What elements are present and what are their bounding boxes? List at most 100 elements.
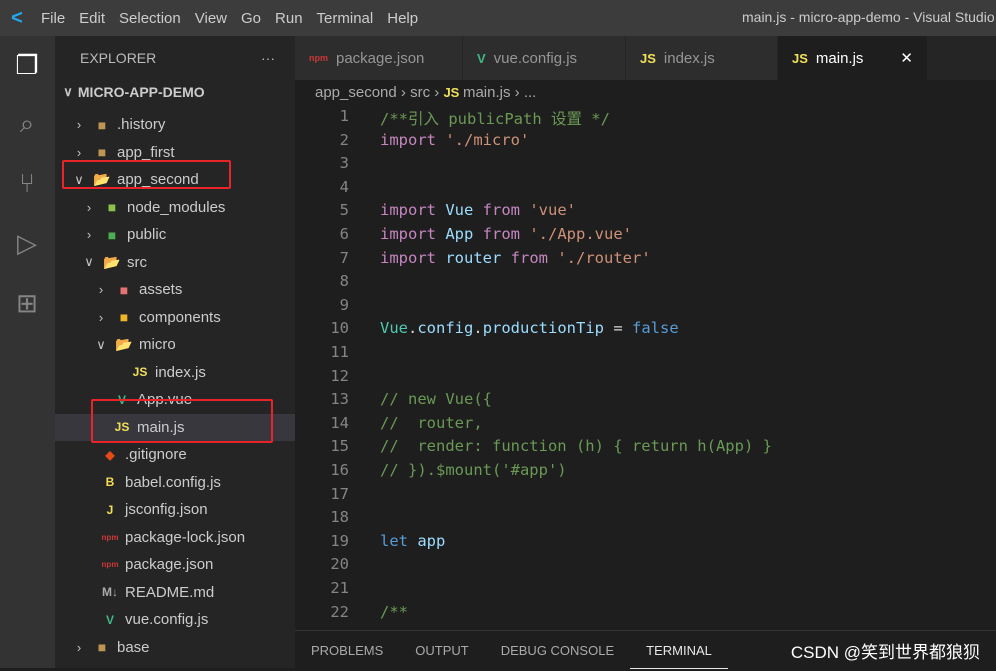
run-debug-icon[interactable]: ▷ <box>10 226 44 260</box>
breadcrumb-item[interactable]: app_second <box>315 84 397 101</box>
tree-item[interactable]: › ■ .history <box>55 111 295 138</box>
code-line: // new Vue({ <box>380 390 492 408</box>
tree-item[interactable]: › ■ public <box>55 221 295 248</box>
tab-label: index.js <box>663 49 715 67</box>
chevron-down-icon: ∨ <box>96 336 106 352</box>
tree-item[interactable]: › ■ node_modules <box>55 194 295 221</box>
code-token: App <box>445 225 483 243</box>
title-bar: < File Edit Selection View Go Run Terminal Help… <box>0 0 996 36</box>
tree-item-label: app_first <box>117 143 175 161</box>
menu-selection[interactable]: Selection <box>112 10 188 27</box>
line-number: 14 <box>330 413 349 432</box>
code-token: /**引入 publicPath 设置 */ <box>380 110 610 128</box>
highlight-box <box>91 399 273 443</box>
menu-terminal[interactable]: Terminal <box>310 10 381 27</box>
code-line: /**引入 publicPath 设置 */ <box>380 107 610 129</box>
menu-edit[interactable]: Edit <box>72 10 112 27</box>
window-title: main.js - micro-app-demo - Visual Studio… <box>742 9 996 25</box>
workspace-root[interactable]: ∨ MICRO-APP-DEMO <box>55 80 295 104</box>
file-icon: V <box>105 612 114 627</box>
file-icon: npm <box>101 560 119 569</box>
panel-tab-terminal[interactable]: TERMINAL <box>630 631 728 669</box>
file-icon: B <box>105 475 115 489</box>
line-number: 11 <box>330 343 349 361</box>
file-icon: npm <box>101 532 119 542</box>
tab-package-json[interactable]: npm package.json <box>295 36 463 80</box>
close-icon[interactable]: ✕ <box>900 49 913 67</box>
extensions-icon[interactable]: ⊞ <box>10 286 44 320</box>
tree-item-label: vue.config.js <box>125 611 209 628</box>
tree-item[interactable]: Jjsconfig.json <box>55 496 295 523</box>
code-token: // router, <box>380 413 483 432</box>
chevron-down-icon: ∨ <box>63 84 73 99</box>
tree-item[interactable]: ◆ .gitignore <box>55 441 295 468</box>
more-actions-button[interactable]: ··· <box>261 50 275 66</box>
line-number: 6 <box>339 225 349 243</box>
folder-icon: ■ <box>119 281 129 298</box>
folder-icon: ■ <box>97 639 107 655</box>
file-icon: JS <box>132 365 148 379</box>
tab-vue-config-js[interactable]: Vvue.config.js <box>463 36 626 80</box>
line-number: 7 <box>339 248 349 267</box>
menu-run[interactable]: Run <box>268 10 310 27</box>
menu-view[interactable]: View <box>188 10 234 27</box>
breadcrumb-item[interactable]: src <box>410 84 430 101</box>
file-icon: ◆ <box>105 447 115 462</box>
tree-item[interactable]: › ■ assets <box>55 276 295 303</box>
search-icon[interactable]: ⌕ <box>10 106 44 140</box>
tree-item[interactable]: npm package-lock.json <box>55 524 295 551</box>
code-line: import './micro' <box>380 131 529 149</box>
chevron-down-icon: ∨ <box>84 254 94 269</box>
panel-tab-debug-console[interactable]: DEBUG CONSOLE <box>485 631 630 669</box>
chevron-right-icon: › <box>396 84 411 101</box>
code-token: // new Vue({ <box>380 390 492 409</box>
tab-main-js[interactable]: JS main.js ✕ <box>778 36 928 80</box>
tree-item[interactable]: ∨ 📂 micro <box>55 331 295 358</box>
tree-item[interactable]: npm package.json <box>55 551 295 578</box>
code-token: // render: function (h) { return h(App) … <box>380 437 772 456</box>
code-line: let app <box>380 532 445 550</box>
code-token: Vue <box>380 319 408 338</box>
tree-item[interactable]: › ■ base <box>55 634 295 661</box>
tree-item[interactable]: › ■ components <box>55 304 295 331</box>
folder-icon: ■ <box>119 309 129 325</box>
code-token: import <box>380 201 446 220</box>
tree-item-label: assets <box>139 281 183 298</box>
code-token: from <box>482 225 530 243</box>
explorer-icon[interactable]: ❐ <box>10 48 44 82</box>
code-token: false <box>632 319 679 338</box>
tree-item[interactable]: JS index.js <box>55 359 295 386</box>
menu-help[interactable]: Help <box>380 10 425 27</box>
panel-tab-output[interactable]: OUTPUT <box>399 631 484 669</box>
code-token: config <box>417 319 474 338</box>
breadcrumb-item[interactable]: main.js <box>463 84 511 101</box>
tree-item[interactable]: M↓ README.md <box>55 579 295 606</box>
activity-bar: ❐ ⌕ ⑂ ▷ ⊞ <box>0 36 55 668</box>
line-number: 15 <box>330 437 349 456</box>
breadcrumb-item[interactable]: ... <box>524 84 537 101</box>
explorer-title: EXPLORER <box>80 50 157 66</box>
tree-item-label: base <box>117 638 150 656</box>
chevron-right-icon: › <box>76 639 82 655</box>
menu-file[interactable]: File <box>34 10 72 27</box>
code-token: 'vue' <box>529 201 576 220</box>
line-number: 21 <box>330 579 349 597</box>
tree-item-label: micro <box>139 336 176 353</box>
code-editor[interactable]: 1 /**引入 publicPath 设置 */ 2 import './micro'… <box>295 106 996 630</box>
code-line: // }).$mount('#app') <box>380 461 567 479</box>
line-number: 19 <box>330 531 349 550</box>
tab-index-js[interactable]: JS index.js <box>626 36 778 80</box>
line-number: 4 <box>339 177 349 196</box>
file-type-icon: npm <box>309 53 328 63</box>
tree-item-label: src <box>127 253 147 271</box>
source-control-icon[interactable]: ⑂ <box>10 166 44 200</box>
code-line: import App from './App.vue' <box>380 225 632 243</box>
menu-go[interactable]: Go <box>234 10 268 27</box>
file-icon: M↓ <box>102 585 118 599</box>
panel-tab-problems[interactable]: PROBLEMS <box>295 631 399 669</box>
chevron-right-icon: › <box>510 84 524 101</box>
file-type-icon: JS <box>792 50 808 66</box>
tree-item[interactable]: Vvue.config.js <box>55 606 295 633</box>
tree-item[interactable]: ∨ 📂 src <box>55 249 295 276</box>
tree-item[interactable]: Bbabel.config.js <box>55 469 295 496</box>
